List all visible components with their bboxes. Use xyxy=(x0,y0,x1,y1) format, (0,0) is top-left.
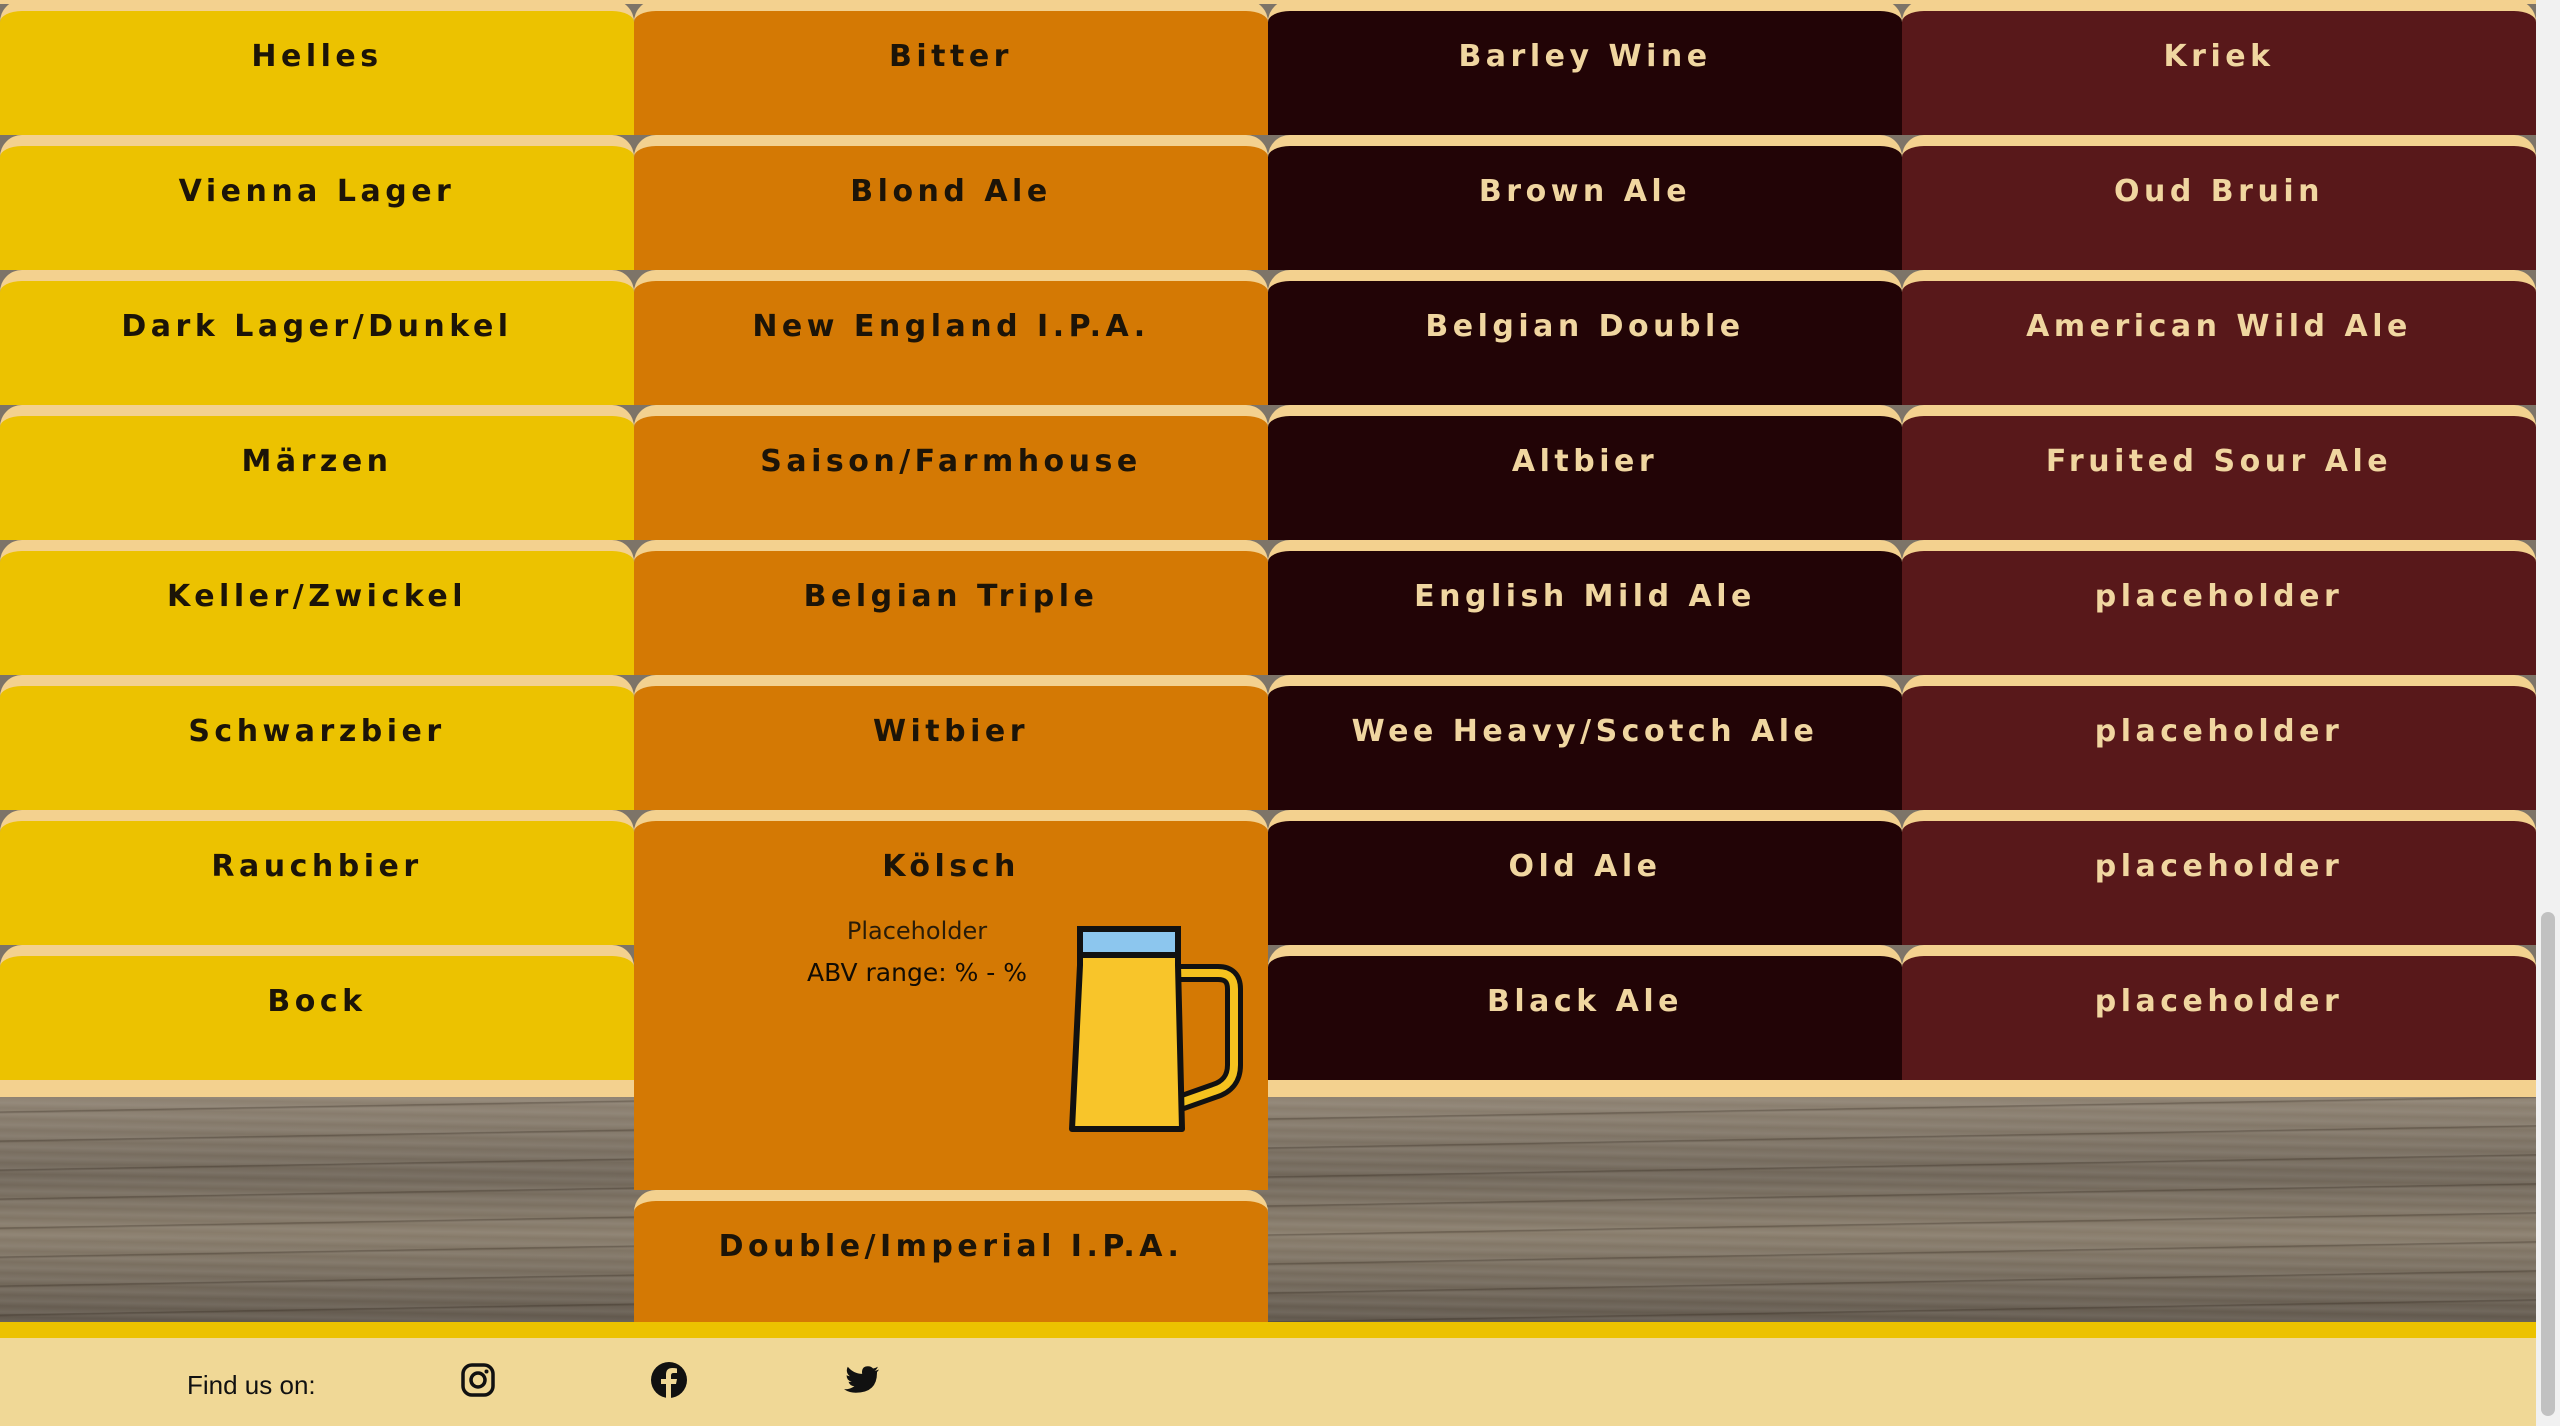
facebook-icon[interactable] xyxy=(649,1360,689,1400)
beer-style-tile[interactable]: placeholder xyxy=(1902,675,2536,810)
beer-style-label: Dark Lager/Dunkel xyxy=(121,309,513,344)
beer-style-label: Kölsch xyxy=(882,849,1020,884)
beer-style-tile[interactable]: Brown Ale xyxy=(1268,135,1902,270)
beer-style-label: Brown Ale xyxy=(1478,174,1692,209)
beer-style-tile[interactable]: Fruited Sour Ale xyxy=(1902,405,2536,540)
beer-style-tile[interactable]: placeholder xyxy=(1902,810,2536,945)
beer-style-label: Kriek xyxy=(2163,39,2275,74)
beer-style-tile[interactable]: Dark Lager/Dunkel xyxy=(0,270,634,405)
beer-style-label: Helles xyxy=(251,39,383,74)
beer-style-label: English Mild Ale xyxy=(1414,579,1756,614)
beer-style-tile[interactable]: Helles xyxy=(0,0,634,135)
beer-style-tile[interactable]: Märzen xyxy=(0,405,634,540)
beer-style-tile[interactable]: New England I.P.A. xyxy=(634,270,1268,405)
beer-style-tile[interactable]: Double/Imperial I.P.A. xyxy=(634,1190,1268,1322)
beer-style-tile[interactable]: Oud Bruin xyxy=(1902,135,2536,270)
beer-style-tile[interactable]: placeholder xyxy=(1902,945,2536,1080)
scrollbar-thumb[interactable] xyxy=(2541,912,2555,1416)
beer-style-label: Bitter xyxy=(889,39,1013,74)
beer-style-tile[interactable]: Bock xyxy=(0,945,634,1080)
beer-style-tile[interactable]: Saison/Farmhouse xyxy=(634,405,1268,540)
beer-style-label: Saison/Farmhouse xyxy=(760,444,1142,479)
beer-style-label: Rauchbier xyxy=(211,849,423,884)
beer-style-tile[interactable]: Schwarzbier xyxy=(0,675,634,810)
beer-style-label: Vienna Lager xyxy=(178,174,456,209)
beer-style-tile[interactable]: Black Ale xyxy=(1268,945,1902,1080)
beer-style-tile[interactable]: placeholder xyxy=(1902,540,2536,675)
beer-style-tile[interactable]: Old Ale xyxy=(1268,810,1902,945)
beer-style-label: Altbier xyxy=(1511,444,1659,479)
beer-style-tile[interactable]: Bitter xyxy=(634,0,1268,135)
beer-style-label: Old Ale xyxy=(1508,849,1662,884)
beer-style-tile[interactable]: Wee Heavy/Scotch Ale xyxy=(1268,675,1902,810)
beer-style-tile[interactable]: Belgian Double xyxy=(1268,270,1902,405)
beer-style-label: Oud Bruin xyxy=(2114,174,2324,209)
beer-style-tile[interactable]: Rauchbier xyxy=(0,810,634,945)
beer-style-tile-expanded[interactable]: Kölsch Placeholder ABV range: % - % xyxy=(634,810,1268,1190)
footer-accent-stripe xyxy=(0,1322,2536,1338)
beer-detail-name: Placeholder xyxy=(846,917,988,945)
beer-style-tile[interactable]: Vienna Lager xyxy=(0,135,634,270)
beer-detail-abv: ABV range: % - % xyxy=(806,958,1028,987)
beer-style-label: Bock xyxy=(267,984,367,1019)
beer-style-label: Black Ale xyxy=(1487,984,1683,1019)
beer-style-label: Fruited Sour Ale xyxy=(2045,444,2393,479)
beer-style-label: placeholder xyxy=(2094,849,2344,884)
beer-style-tile[interactable]: Belgian Triple xyxy=(634,540,1268,675)
beer-style-tile[interactable]: Witbier xyxy=(634,675,1268,810)
beer-style-label: Barley Wine xyxy=(1458,39,1712,74)
beer-style-label: placeholder xyxy=(2094,714,2344,749)
beer-style-label: Schwarzbier xyxy=(188,714,446,749)
beer-mug-icon xyxy=(1068,925,1244,1135)
beer-style-label: Märzen xyxy=(241,444,393,479)
beer-style-label: Witbier xyxy=(872,714,1030,749)
column-bottom-edge xyxy=(1268,1080,1902,1097)
beer-style-tile[interactable]: Kriek xyxy=(1902,0,2536,135)
wood-background xyxy=(0,1097,2536,1324)
beer-style-label: Double/Imperial I.P.A. xyxy=(718,1229,1184,1264)
beer-style-tile[interactable]: Barley Wine xyxy=(1268,0,1902,135)
beer-style-tile[interactable]: English Mild Ale xyxy=(1268,540,1902,675)
beer-style-tile[interactable]: American Wild Ale xyxy=(1902,270,2536,405)
top-edge xyxy=(0,0,2536,4)
beer-style-label: Blond Ale xyxy=(850,174,1052,209)
beer-style-label: New England I.P.A. xyxy=(752,309,1150,344)
column-bottom-edge xyxy=(1902,1080,2536,1097)
beer-style-label: American Wild Ale xyxy=(2026,309,2412,344)
twitter-icon[interactable] xyxy=(842,1360,882,1400)
beer-style-label: Belgian Double xyxy=(1425,309,1745,344)
beer-style-tile[interactable]: Blond Ale xyxy=(634,135,1268,270)
beer-style-label: Belgian Triple xyxy=(803,579,1099,614)
instagram-icon[interactable] xyxy=(458,1360,498,1400)
beer-style-label: Wee Heavy/Scotch Ale xyxy=(1351,714,1819,749)
beer-style-tile[interactable]: Altbier xyxy=(1268,405,1902,540)
column-bottom-edge xyxy=(0,1080,634,1097)
beer-style-tile[interactable]: Keller/Zwickel xyxy=(0,540,634,675)
find-us-label: Find us on: xyxy=(187,1370,316,1400)
beer-style-label: Keller/Zwickel xyxy=(166,579,468,614)
site-footer: Find us on: xyxy=(0,1338,2536,1426)
beer-style-label: placeholder xyxy=(2094,984,2344,1019)
beer-style-label: placeholder xyxy=(2094,579,2344,614)
